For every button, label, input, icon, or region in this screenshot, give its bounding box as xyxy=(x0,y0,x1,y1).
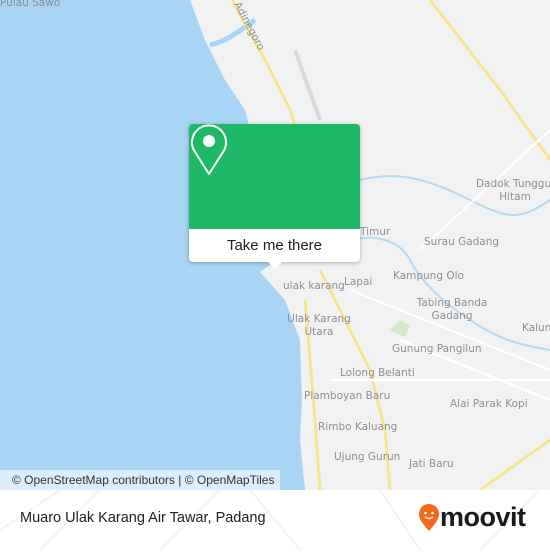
map-pin-icon xyxy=(191,124,227,175)
place-label: Kalum xyxy=(522,322,550,334)
moovit-pin-icon xyxy=(419,503,439,531)
popup-pointer xyxy=(267,261,283,269)
place-label: Surau Gadang xyxy=(424,236,500,248)
place-label: Rimbo Kaluang xyxy=(318,421,398,433)
road-main xyxy=(479,438,550,490)
logo-text: moovit xyxy=(440,502,526,532)
map[interactable]: Pulau Sawo Adinegoro Dadok Tunggul Hitam… xyxy=(0,0,550,490)
place-label: Lolong Belanti xyxy=(340,367,415,379)
place-label: Gunung Pangilun xyxy=(392,343,482,355)
map-attribution[interactable]: © OpenStreetMap contributors | © OpenMap… xyxy=(0,470,281,490)
stop-title: Muaro Ulak Karang Air Tawar, Padang xyxy=(20,510,266,526)
place-label: Plamboyan Baru xyxy=(304,390,391,402)
place-label: Jati Baru xyxy=(409,458,454,470)
place-label: Timur xyxy=(360,226,391,238)
place-label: Alai Parak Kopi xyxy=(450,398,528,410)
road-main xyxy=(428,0,550,161)
place-label: Lapai xyxy=(344,276,373,288)
park xyxy=(390,320,410,337)
place-label: Ulak Karang Utara xyxy=(287,313,351,338)
place-label: Kampung Olo xyxy=(393,270,464,282)
moovit-logo[interactable]: moovit xyxy=(418,502,526,533)
place-label: ulak karang xyxy=(283,280,345,292)
place-label: Tabing Banda Gadang xyxy=(416,297,488,322)
place-label: Dadok Tunggul Hitam xyxy=(475,178,550,203)
runway xyxy=(293,49,322,121)
river xyxy=(339,236,550,351)
location-popup: Take me there xyxy=(189,124,360,269)
place-label: Pulau Sawo xyxy=(0,0,61,9)
place-label: Ujung Gurun xyxy=(334,451,401,463)
take-me-there-button[interactable]: Take me there xyxy=(189,229,360,262)
road xyxy=(330,129,550,401)
popup-header xyxy=(189,124,360,229)
